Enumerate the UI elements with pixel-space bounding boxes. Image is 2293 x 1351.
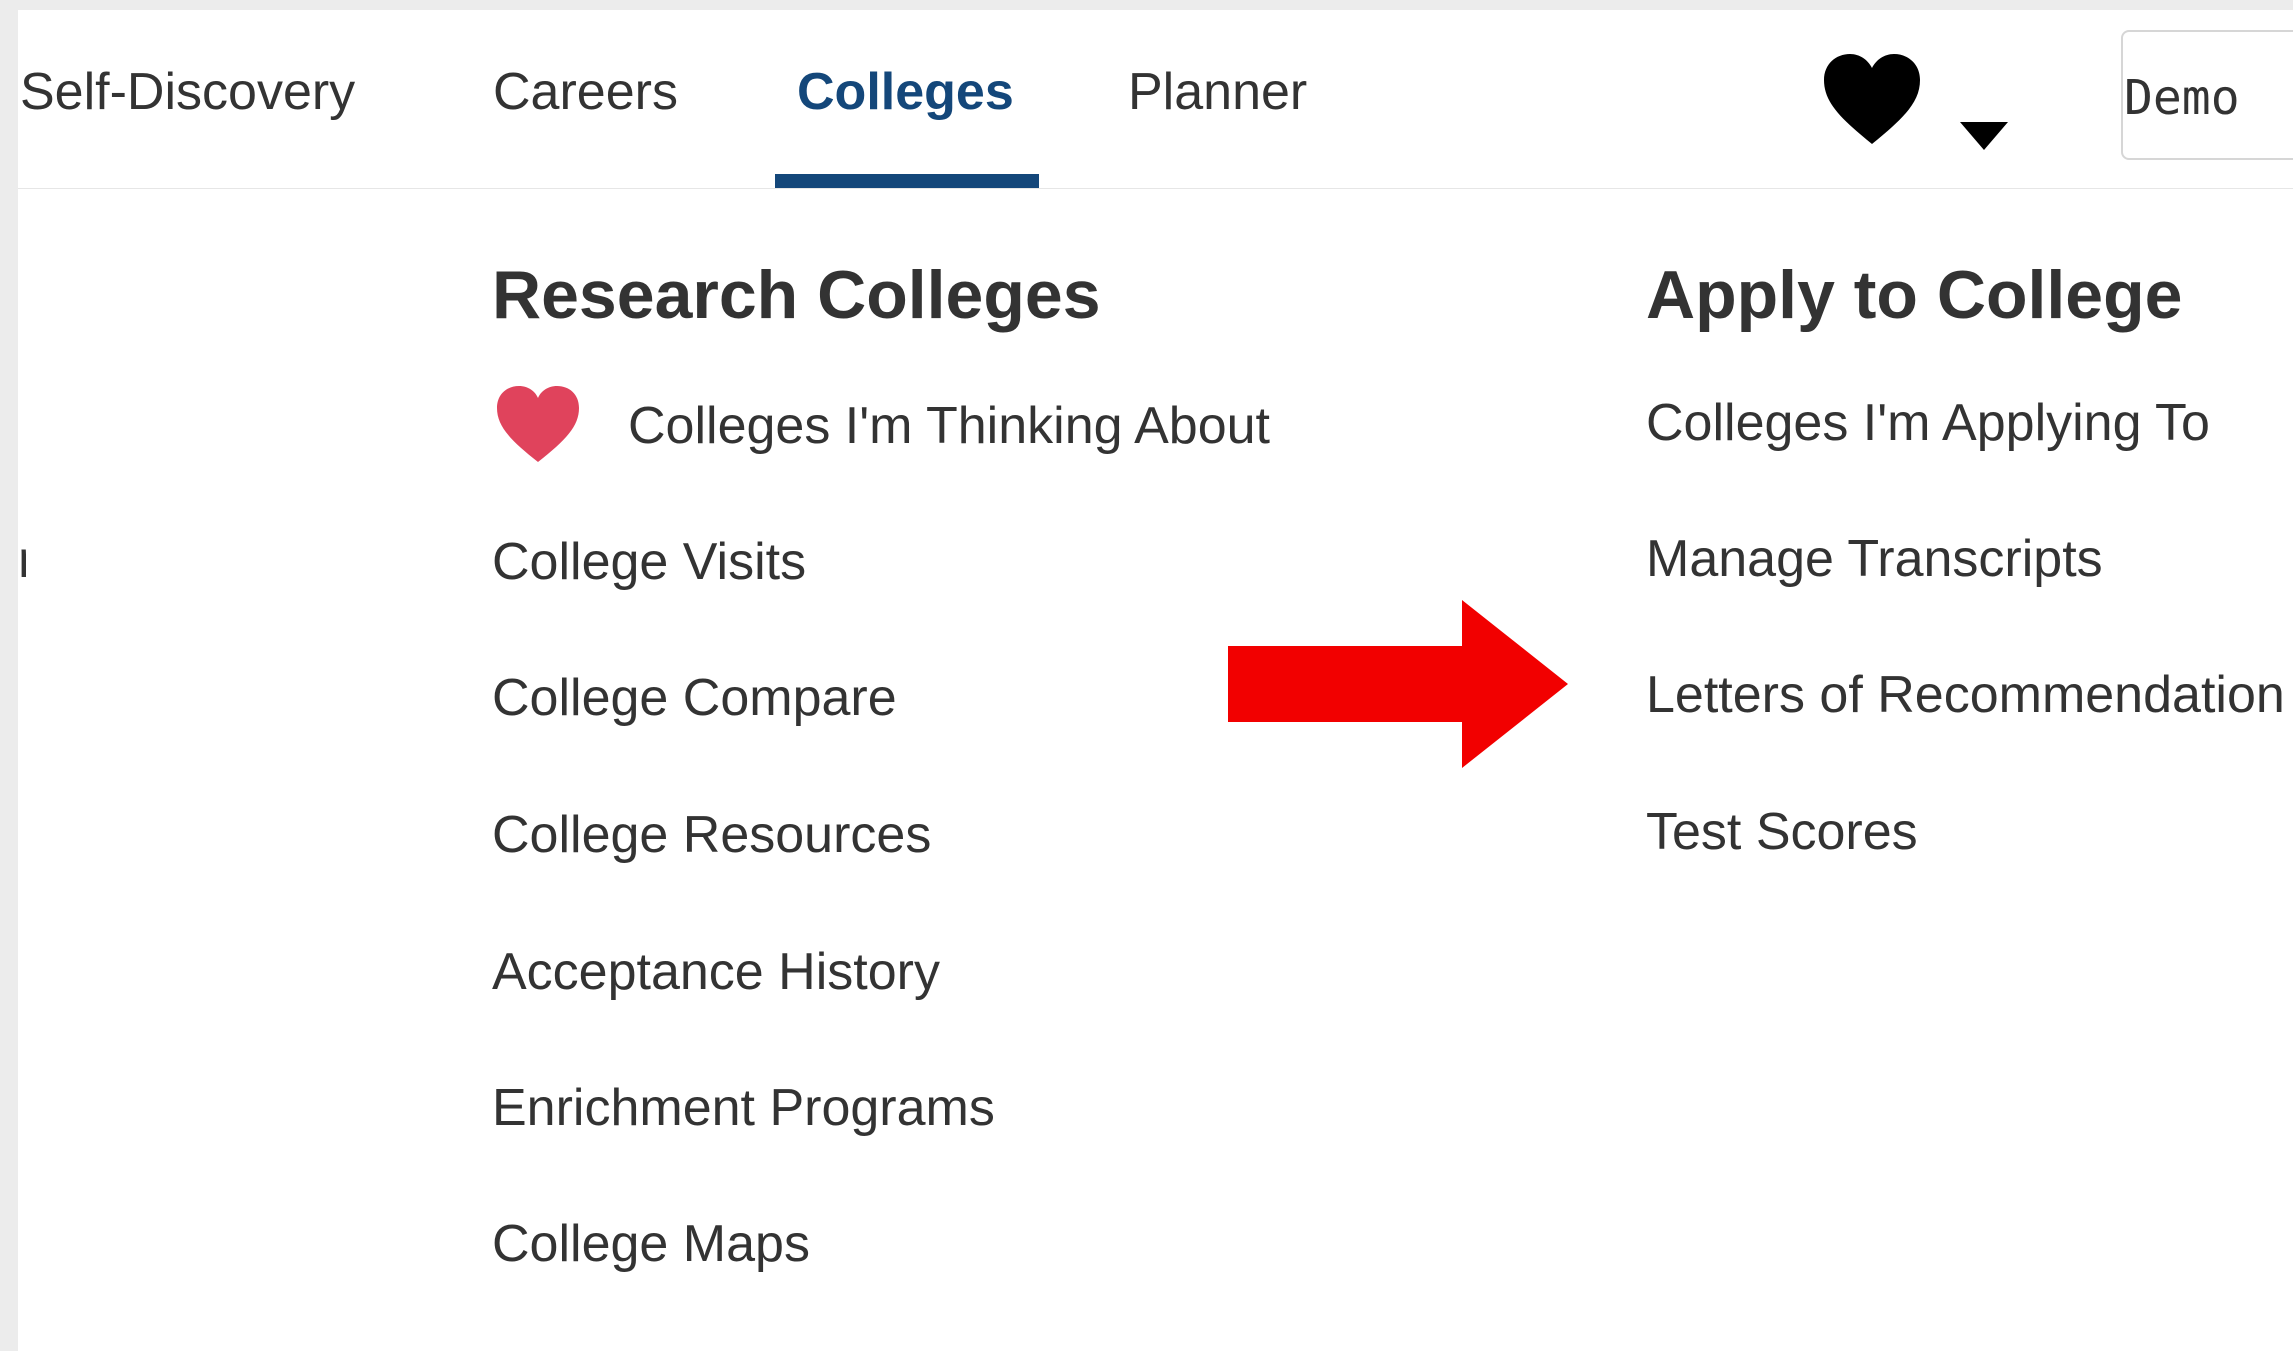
nav-item-careers[interactable]: Careers <box>493 50 678 134</box>
menu-link-manage-transcripts[interactable]: Manage Transcripts <box>1646 519 2103 599</box>
menu-link-college-resources[interactable]: College Resources <box>492 795 931 875</box>
menu-link-test-scores[interactable]: Test Scores <box>1646 792 1918 872</box>
menu-link-acceptance-history[interactable]: Acceptance History <box>492 932 940 1012</box>
menu-link-enrichment-programs[interactable]: Enrichment Programs <box>492 1068 995 1148</box>
apply-to-college-heading: Apply to College <box>1646 257 2183 333</box>
frame-border-left <box>0 0 18 1351</box>
menu-link-colleges-thinking-about[interactable]: Colleges I'm Thinking About <box>628 386 1270 466</box>
research-colleges-heading: Research Colleges <box>492 257 1101 333</box>
menu-link-letters-of-recommendation[interactable]: Letters of Recommendation <box>1646 655 2285 735</box>
frame-border-top <box>0 0 2293 10</box>
heart-icon[interactable] <box>1820 52 1924 148</box>
user-name: Demo <box>2124 70 2240 126</box>
nav-item-planner[interactable]: Planner <box>1128 50 1307 134</box>
heart-icon <box>497 386 579 462</box>
nav-item-self-discovery[interactable]: Self-Discovery <box>20 50 355 134</box>
menu-link-college-compare[interactable]: College Compare <box>492 658 897 738</box>
screenshot-frame: Self-Discovery Careers Colleges Planner … <box>0 0 2293 1351</box>
menu-link-colleges-applying-to[interactable]: Colleges I'm Applying To <box>1646 383 2210 463</box>
clipped-sidebar-text: n <box>18 536 26 584</box>
arrow-right-icon <box>1228 600 1568 768</box>
caret-down-icon[interactable] <box>1958 118 2010 154</box>
menu-link-college-visits[interactable]: College Visits <box>492 522 806 602</box>
active-tab-indicator <box>775 174 1039 188</box>
menu-link-college-maps[interactable]: College Maps <box>492 1204 810 1284</box>
nav-item-colleges[interactable]: Colleges <box>797 50 1014 134</box>
